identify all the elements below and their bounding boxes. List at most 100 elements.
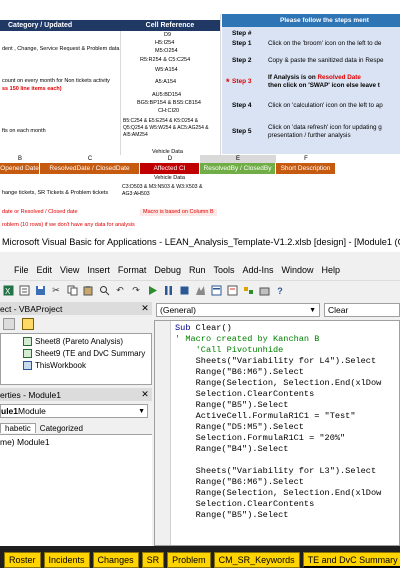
menu-tools[interactable]: Tools bbox=[209, 265, 238, 275]
menu-help[interactable]: Help bbox=[318, 265, 345, 275]
grid-divider bbox=[220, 14, 221, 155]
code-line[interactable]: Range("B6:M6").Select bbox=[175, 367, 304, 378]
menu-addins[interactable]: Add-Ins bbox=[238, 265, 277, 275]
menu-debug[interactable]: Debug bbox=[150, 265, 185, 275]
code-line[interactable]: Selection.ClearContents bbox=[175, 389, 315, 400]
excel-icon[interactable]: X bbox=[2, 285, 14, 297]
step-3-text-b: then click on 'SWAP' icon else leave t bbox=[268, 82, 380, 89]
code-line[interactable]: Selection.FormulaR1C1 = "20%" bbox=[175, 433, 346, 444]
view-code-icon[interactable] bbox=[3, 318, 15, 330]
menu-file[interactable]: File bbox=[0, 265, 33, 275]
find-icon[interactable] bbox=[98, 285, 110, 297]
code-line[interactable]: Range("B5").Select bbox=[175, 510, 289, 521]
menu-window[interactable]: Window bbox=[278, 265, 318, 275]
vba-title-bar: Microsoft Visual Basic for Applications … bbox=[0, 232, 400, 252]
code-line[interactable]: Sub Clear() bbox=[175, 323, 232, 334]
toolbox-icon[interactable] bbox=[258, 285, 270, 297]
code-line[interactable]: Sheets("Variability for L3").Select bbox=[175, 466, 377, 477]
step-5-label: Step 5 bbox=[232, 128, 252, 135]
tree-item-sheet9[interactable]: Sheet9 (TE and DvC Summary bbox=[23, 348, 145, 359]
property-name-row[interactable]: me) Module1 bbox=[0, 437, 50, 447]
design-mode-icon[interactable] bbox=[194, 285, 206, 297]
tab-sr[interactable]: SR bbox=[141, 552, 165, 568]
grid-divider bbox=[120, 31, 121, 155]
menu-insert[interactable]: Insert bbox=[83, 265, 114, 275]
procedure-dropdown[interactable]: Clear bbox=[324, 303, 400, 317]
menu-view[interactable]: View bbox=[56, 265, 83, 275]
object-browser-icon[interactable] bbox=[242, 285, 254, 297]
run-icon[interactable] bbox=[146, 285, 158, 297]
cut-icon[interactable]: ✂ bbox=[50, 285, 62, 297]
help-icon[interactable]: ? bbox=[274, 285, 286, 297]
code-line-comment[interactable]: 'Call Pivotunhide bbox=[175, 345, 284, 356]
code-margin[interactable] bbox=[155, 321, 171, 545]
properties-icon[interactable] bbox=[226, 285, 238, 297]
step-5-text-a: Click on 'data refresh' icon for updatin… bbox=[268, 124, 382, 131]
tab-alphabetic[interactable]: habetic bbox=[0, 423, 36, 433]
menu-format[interactable]: Format bbox=[114, 265, 151, 275]
copy-icon[interactable] bbox=[66, 285, 78, 297]
ref-cell: D9 bbox=[164, 32, 172, 38]
tree-item-thisworkbook[interactable]: ThisWorkbook bbox=[23, 360, 86, 371]
save-icon[interactable] bbox=[34, 285, 46, 297]
code-line[interactable]: Sheets("Variability for L4").Select bbox=[175, 356, 377, 367]
left-cell: count on every month for Non tickets act… bbox=[2, 78, 110, 84]
paste-icon[interactable] bbox=[82, 285, 94, 297]
tab-problem[interactable]: Problem bbox=[167, 552, 211, 568]
properties-tabs: habetic Categorized bbox=[0, 422, 152, 434]
col-letter-d: D bbox=[140, 155, 200, 163]
tab-cm-sr-keywords[interactable]: CM_SR_Keywords bbox=[213, 552, 300, 568]
redo-icon[interactable]: ↷ bbox=[130, 285, 142, 297]
code-line-comment[interactable]: ' Macro created by Kanchan B bbox=[175, 334, 319, 345]
tab-roster[interactable]: Roster bbox=[4, 552, 41, 568]
cell-ref-header: Cell Reference bbox=[120, 20, 220, 31]
code-line[interactable]: Range(Selection, Selection.End(xlDow bbox=[175, 378, 382, 389]
step-2-label: Step 2 bbox=[232, 57, 252, 64]
project-pane-close-icon[interactable]: ✕ bbox=[138, 302, 152, 315]
code-line[interactable]: Range("B4").Select bbox=[175, 444, 289, 455]
ref-cell: BG5:BP154 & BS5:C8154 bbox=[137, 100, 201, 106]
col-letter-b: B bbox=[17, 156, 22, 162]
object-dropdown[interactable]: (General) ▼ bbox=[156, 303, 320, 317]
properties-object-select[interactable]: ule1 Module ▼ bbox=[0, 404, 148, 418]
excel-sheet-area: Category / Updated Cell Reference dent ,… bbox=[0, 0, 400, 232]
insert-module-icon[interactable] bbox=[18, 285, 30, 297]
tab-incidents[interactable]: Incidents bbox=[43, 552, 90, 568]
toggle-folders-icon[interactable] bbox=[22, 318, 34, 330]
project-explorer-icon[interactable] bbox=[210, 285, 222, 297]
code-editor[interactable]: Sub Clear() ' Macro created by Kanchan B… bbox=[154, 320, 400, 546]
tab-categorized[interactable]: Categorized bbox=[36, 424, 87, 433]
ref-cell-multi: B5:C254 & E5:E254 & K5:D254 & Q5:Q254 & … bbox=[123, 118, 209, 138]
ref-cell: R5:R254 & C5:C254 bbox=[140, 57, 191, 63]
code-line[interactable]: Range(Selection, Selection.End(xlDow bbox=[175, 488, 382, 499]
code-line[interactable]: ActiveCell.FormulaR1C1 = "Test" bbox=[175, 411, 356, 422]
project-tree: Sheet8 (Pareto Analysis) Sheet9 (TE and … bbox=[0, 333, 152, 385]
tab-te-dvc-summary[interactable]: TE and DvC Summary bbox=[302, 552, 400, 568]
vba-toolbar: X ✂ ↶ ↷ ? bbox=[0, 280, 400, 300]
col-header-resolved-date[interactable]: ResolvedDate / ClosedDate bbox=[40, 163, 140, 174]
vba-editor-window: Microsoft Visual Basic for Applications … bbox=[0, 232, 400, 568]
col-header-resolved-by[interactable]: ResolvedBy / ClosedBy bbox=[200, 163, 276, 174]
stop-icon[interactable] bbox=[178, 285, 190, 297]
procedure-dropdown-value: Clear bbox=[328, 305, 349, 315]
tab-changes[interactable]: Changes bbox=[92, 552, 139, 568]
code-line[interactable]: Range("D5:M5").Select bbox=[175, 422, 304, 433]
properties-pane-close-icon[interactable]: ✕ bbox=[138, 388, 152, 401]
left-cell-red: date or Resolved / Closed date bbox=[2, 209, 78, 215]
menu-edit[interactable]: Edit bbox=[33, 265, 57, 275]
ref-cell: H5:I254 bbox=[155, 40, 175, 46]
code-line[interactable]: Range("B6:M6").Select bbox=[175, 477, 304, 488]
code-line[interactable]: Range("B5").Select bbox=[175, 400, 289, 411]
left-header-text: Category / Updated bbox=[8, 22, 73, 29]
col-header-opened-date[interactable]: Opened Date bbox=[0, 163, 40, 174]
code-line[interactable]: Selection.ClearContents bbox=[175, 499, 315, 510]
tree-item-label: Sheet8 (Pareto Analysis) bbox=[35, 337, 124, 346]
col-header-affected-ci[interactable]: Affected CI bbox=[140, 163, 200, 174]
menu-run[interactable]: Run bbox=[185, 265, 210, 275]
col-header-short-desc[interactable]: Short Description bbox=[276, 163, 336, 174]
tree-item-sheet8[interactable]: Sheet8 (Pareto Analysis) bbox=[23, 336, 123, 347]
undo-icon[interactable]: ↶ bbox=[114, 285, 126, 297]
pause-icon[interactable] bbox=[162, 285, 174, 297]
step-3-label: Step 3 bbox=[232, 78, 252, 85]
step-4-label: Step 4 bbox=[232, 102, 252, 109]
